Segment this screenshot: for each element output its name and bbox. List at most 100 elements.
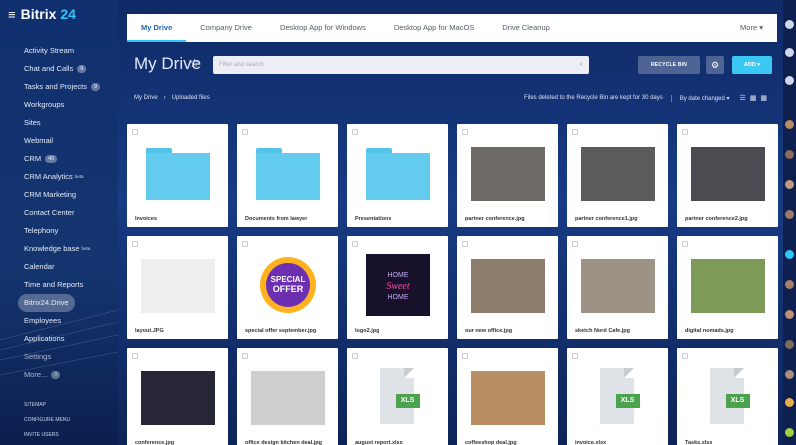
file-name: layout.JPG	[135, 328, 164, 334]
file-name: office design kitchen deal.jpg	[245, 440, 323, 445]
tab-label: Desktop App for MacOS	[393, 23, 475, 32]
breadcrumb-my-drive[interactable]: My Drive	[134, 95, 158, 101]
sidebar-item-knowledge-base[interactable]: Knowledge base beta	[0, 240, 118, 258]
file-card[interactable]: partner conference.jpg	[457, 124, 558, 227]
sidebar-item-tasks-and-projects[interactable]: Tasks and Projects 9	[0, 78, 118, 96]
select-checkbox[interactable]	[352, 129, 358, 135]
file-card[interactable]: conference.jpg	[127, 348, 228, 445]
select-checkbox[interactable]	[242, 129, 248, 135]
star-icon[interactable]: ☆	[189, 56, 200, 70]
sidebar-item-activity-stream[interactable]: Activity Stream	[0, 42, 118, 60]
special-text-2: OFFER	[272, 284, 303, 294]
file-card[interactable]: Presentations	[347, 124, 448, 227]
breadcrumb-separator-icon: ›	[163, 95, 166, 101]
sidebar-item-crm-marketing[interactable]: CRM Marketing	[0, 186, 118, 204]
breadcrumb-uploaded-files[interactable]: Uploaded files	[172, 95, 210, 101]
avatar[interactable]	[785, 120, 794, 129]
tab-more[interactable]: More ▾	[726, 14, 777, 42]
tab-drive-cleanup[interactable]: Drive Cleanup	[488, 14, 564, 42]
select-checkbox[interactable]	[132, 353, 138, 359]
sidebar-bottom-link[interactable]: SITEMAP	[24, 398, 70, 413]
recycle-bin-button[interactable]: RECYCLE BIN	[638, 56, 700, 74]
select-checkbox[interactable]	[462, 353, 468, 359]
file-name: Invoices	[135, 216, 158, 222]
sidebar-item-contact-center[interactable]: Contact Center	[0, 204, 118, 222]
file-card[interactable]: XLS invoice.xlsx	[567, 348, 668, 445]
tab-desktop-app-for-windows[interactable]: Desktop App for Windows	[266, 14, 380, 42]
avatar[interactable]	[785, 310, 794, 319]
avatar[interactable]	[785, 180, 794, 189]
sidebar-item-label: CRM Analytics	[24, 172, 73, 181]
file-card[interactable]: partner conference1.jpg	[567, 124, 668, 227]
file-name: special offer september.jpg	[245, 328, 317, 334]
sort-dropdown[interactable]: By date changed ▾	[670, 94, 729, 102]
file-card[interactable]: partner conference2.jpg	[677, 124, 778, 227]
sidebar-item-label: Calendar	[24, 262, 55, 271]
file-card[interactable]: sketch Nord Cafe.jpg	[567, 236, 668, 339]
tab-company-drive[interactable]: Company Drive	[186, 14, 266, 42]
file-card[interactable]: XLS august report.xlsx	[347, 348, 448, 445]
clock-icon[interactable]	[785, 76, 794, 85]
select-checkbox[interactable]	[242, 241, 248, 247]
sidebar-item-calendar[interactable]: Calendar	[0, 258, 118, 276]
file-card[interactable]: coffeeshop deal.jpg	[457, 348, 558, 445]
sidebar-bottom-link[interactable]: CONFIGURE MENU	[24, 413, 70, 428]
select-checkbox[interactable]	[682, 129, 688, 135]
file-card[interactable]: XLS Tasks.xlsx	[677, 348, 778, 445]
bell-icon[interactable]	[785, 48, 794, 57]
view-mode-icons[interactable]: ☰▦▦	[739, 94, 771, 102]
sidebar-item-telephony[interactable]: Telephony	[0, 222, 118, 240]
file-name: Tasks.xlsx	[685, 440, 713, 445]
select-checkbox[interactable]	[572, 129, 578, 135]
file-card[interactable]: Invoices	[127, 124, 228, 227]
sidebar-item-crm[interactable]: CRM 40	[0, 150, 118, 168]
logo-row: ≡ Bitrix 24	[0, 0, 118, 28]
select-checkbox[interactable]	[682, 241, 688, 247]
file-card[interactable]: digital nomads.jpg	[677, 236, 778, 339]
sidebar-bottom-link[interactable]: INVITE USERS	[24, 428, 70, 443]
file-name: digital nomads.jpg	[685, 328, 734, 334]
menu-icon[interactable]: ≡	[8, 7, 16, 22]
avatar[interactable]	[785, 150, 794, 159]
sidebar-item-sites[interactable]: Sites	[0, 114, 118, 132]
chat-icon[interactable]	[785, 250, 794, 259]
select-checkbox[interactable]	[462, 129, 468, 135]
select-checkbox[interactable]	[132, 129, 138, 135]
sidebar-item-chat-and-calls[interactable]: Chat and Calls 9	[0, 60, 118, 78]
select-checkbox[interactable]	[572, 353, 578, 359]
notification-icon[interactable]	[785, 20, 794, 29]
file-card[interactable]: HOME Sweet HOME logo2.jpg	[347, 236, 448, 339]
file-card[interactable]: office design kitchen deal.jpg	[237, 348, 338, 445]
select-checkbox[interactable]	[572, 241, 578, 247]
tab-desktop-app-for-macos[interactable]: Desktop App for MacOS	[380, 14, 488, 42]
file-card[interactable]: our new office.jpg	[457, 236, 558, 339]
special-text-1: SPECIAL	[270, 275, 305, 284]
sidebar-item-crm-analytics[interactable]: CRM Analytics beta	[0, 168, 118, 186]
image-thumbnail	[690, 147, 765, 201]
file-card[interactable]: SPECIAL OFFER special offer september.jpg	[237, 236, 338, 339]
search-input[interactable]: Filter and search ⌕	[213, 56, 589, 74]
select-checkbox[interactable]	[132, 241, 138, 247]
file-card[interactable]: layout.JPG	[127, 236, 228, 339]
image-thumbnail	[140, 259, 215, 313]
file-card[interactable]: Documents from lawyer	[237, 124, 338, 227]
avatar[interactable]	[785, 398, 794, 407]
avatar[interactable]	[785, 280, 794, 289]
avatar[interactable]	[785, 340, 794, 349]
search-icon[interactable]: ⌕	[579, 56, 583, 74]
sidebar-item-webmail[interactable]: Webmail	[0, 132, 118, 150]
sidebar-item-label: Knowledge base	[24, 244, 80, 253]
select-checkbox[interactable]	[352, 353, 358, 359]
gear-icon[interactable]: ⚙	[706, 56, 724, 74]
avatar[interactable]	[785, 210, 794, 219]
add-button[interactable]: ADD ▾	[732, 56, 772, 74]
select-checkbox[interactable]	[682, 353, 688, 359]
select-checkbox[interactable]	[352, 241, 358, 247]
tab-my-drive[interactable]: My Drive	[127, 14, 187, 42]
avatar[interactable]	[785, 370, 794, 379]
sidebar-item-workgroups[interactable]: Workgroups	[0, 96, 118, 114]
select-checkbox[interactable]	[462, 241, 468, 247]
folder-icon	[145, 148, 210, 200]
online-status-icon[interactable]	[785, 428, 794, 437]
select-checkbox[interactable]	[242, 353, 248, 359]
